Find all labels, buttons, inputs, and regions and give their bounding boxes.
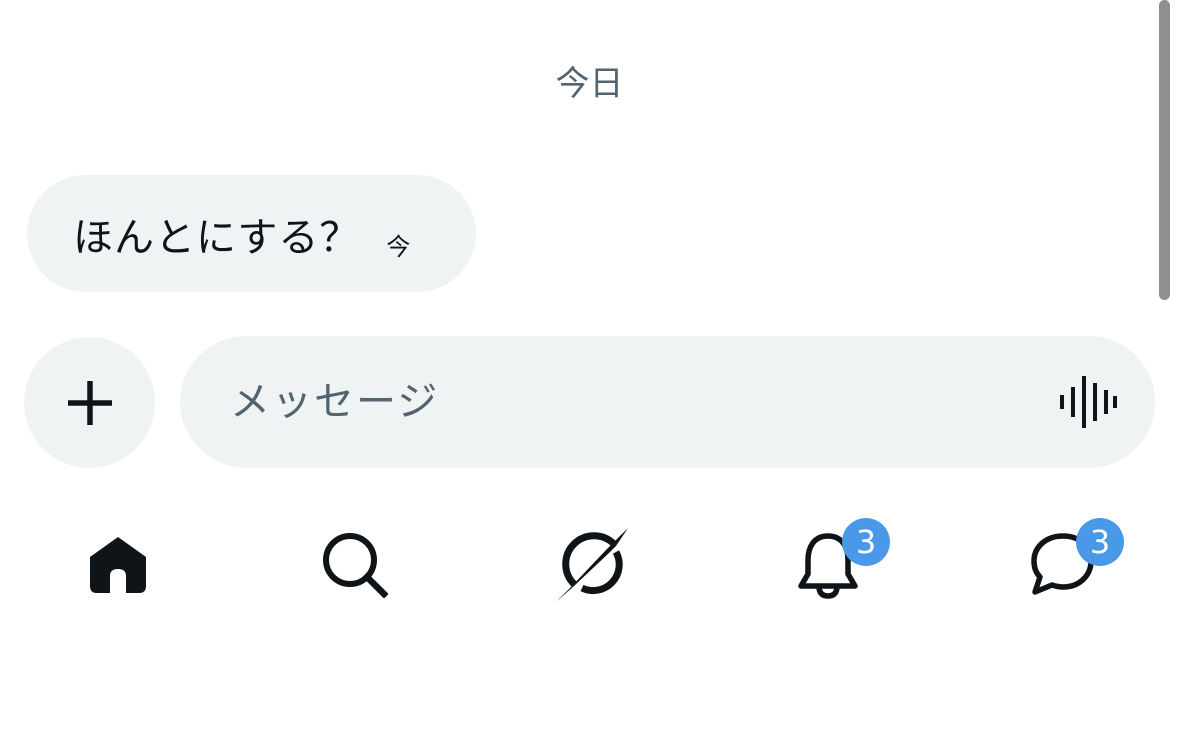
message-bubble[interactable]: ほんとにする？ 今	[27, 175, 476, 292]
notifications-badge: 3	[842, 518, 890, 566]
scrollbar[interactable]	[1159, 0, 1170, 300]
grok-icon	[556, 528, 628, 602]
message-timestamp: 今	[386, 233, 411, 261]
dm-conversation-screen: 今日 ほんとにする？ 今 メッセージ 3 3	[0, 0, 1179, 741]
voice-message-button[interactable]	[1058, 376, 1118, 428]
tab-grok[interactable]	[530, 510, 650, 610]
tab-messages[interactable]: 3	[1002, 510, 1124, 610]
search-icon	[323, 533, 388, 598]
messages-badge: 3	[1076, 518, 1124, 566]
tab-notifications[interactable]: 3	[766, 510, 890, 610]
home-icon	[90, 537, 146, 593]
message-input[interactable]	[230, 366, 1010, 438]
add-attachment-button[interactable]	[24, 337, 155, 468]
message-field[interactable]	[180, 336, 1155, 468]
tab-search[interactable]	[294, 510, 414, 610]
tab-home[interactable]	[58, 510, 178, 610]
bottom-tab-bar: 3 3	[0, 510, 1179, 620]
message-text: ほんとにする？	[73, 214, 361, 261]
date-divider: 今日	[555, 64, 624, 104]
plus-icon	[67, 380, 112, 425]
audio-waveform-icon	[1060, 376, 1117, 428]
